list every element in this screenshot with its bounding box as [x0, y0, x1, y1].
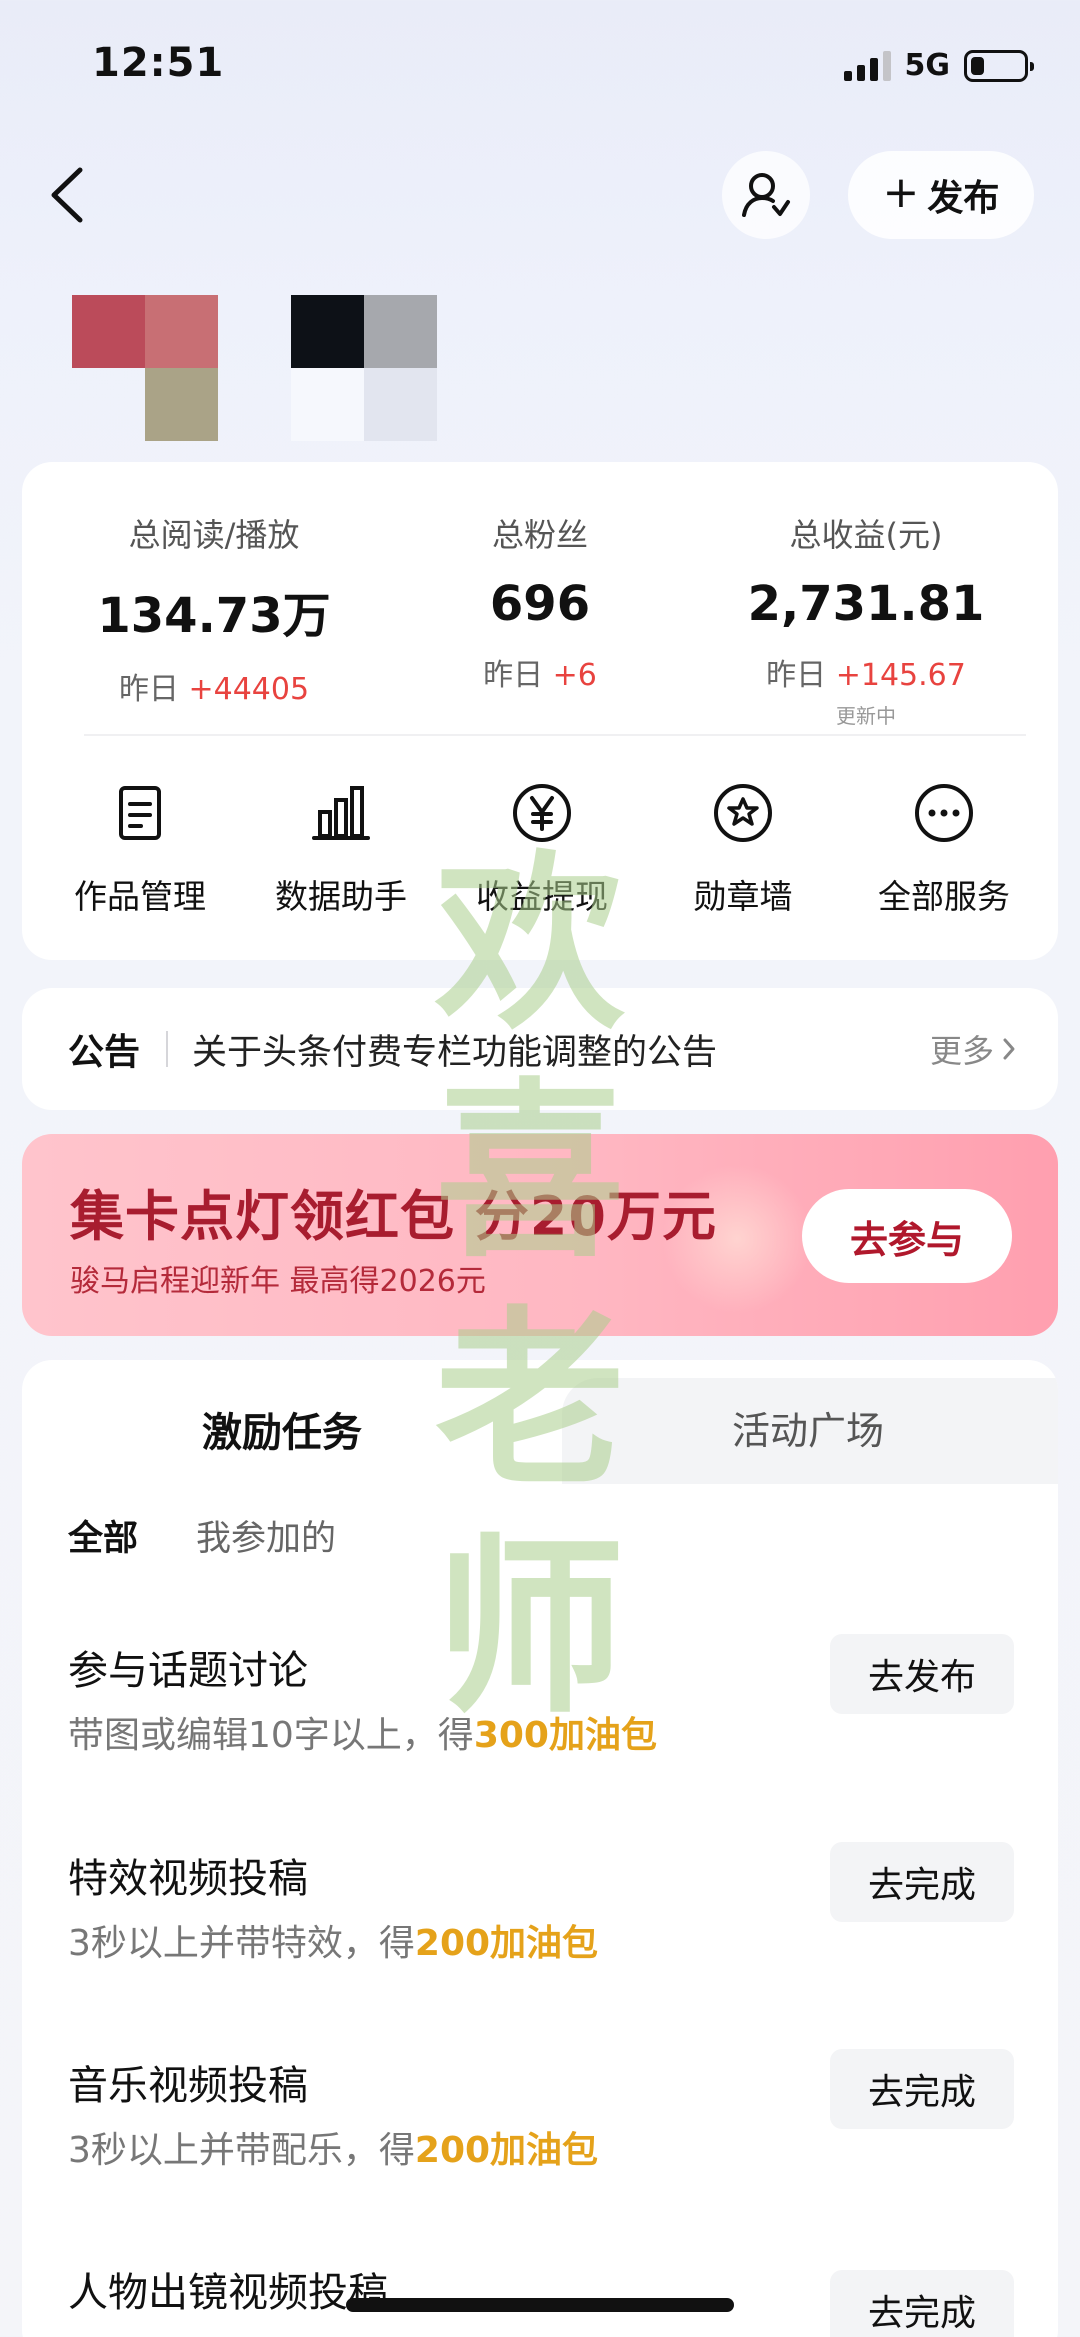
- battery-level: [971, 56, 984, 75]
- join-button[interactable]: 去参与: [802, 1189, 1012, 1283]
- stat-yesterday-delta: +6: [552, 658, 597, 693]
- service-badge-wall[interactable]: 勋章墙: [653, 782, 833, 918]
- task-filters: 全部 我参加的: [68, 1510, 336, 1561]
- notice-tag: 公告: [68, 1032, 141, 1073]
- service-label: 收益提现: [476, 877, 608, 916]
- divider: [166, 1031, 169, 1067]
- service-label: 作品管理: [74, 877, 206, 916]
- bar-chart-icon: [312, 786, 370, 840]
- stat-total-reads[interactable]: 总阅读/播放 134.73万 昨日 +44405: [64, 462, 364, 708]
- notice-bar[interactable]: 公告 关于头条付费专栏功能调整的公告 更多: [22, 988, 1058, 1110]
- task-item: 音乐视频投稿 3秒以上并带配乐，得200加油包 去完成: [22, 2049, 1058, 2233]
- stat-yesterday-prefix: 昨日: [118, 672, 179, 707]
- notice-more-label: 更多: [929, 1032, 994, 1070]
- chevron-right-icon: [1003, 1038, 1015, 1060]
- stat-value: 2,731.81: [747, 576, 985, 632]
- badge-icon: [714, 784, 772, 842]
- stat-label: 总收益(元): [789, 516, 943, 554]
- user-switch-icon: [742, 173, 790, 217]
- stats-card: 总阅读/播放 134.73万 昨日 +44405 总粉丝 696 昨日 +6 总…: [22, 462, 1058, 960]
- task-title: 参与话题讨论: [68, 1648, 308, 1694]
- yuan-icon: [513, 784, 571, 842]
- task-action-button[interactable]: 去完成: [830, 2270, 1014, 2337]
- stat-updating-note: 更新中: [836, 704, 896, 728]
- document-icon: [119, 786, 161, 840]
- battery-icon: [964, 49, 1034, 82]
- service-earnings-withdraw[interactable]: 收益提现: [452, 782, 632, 918]
- tab-activity-square[interactable]: 活动广场: [732, 1400, 884, 1455]
- filter-joined[interactable]: 我参加的: [196, 1510, 336, 1561]
- task-action-button[interactable]: 去发布: [830, 1634, 1014, 1714]
- stat-total-earnings[interactable]: 总收益(元) 2,731.81 昨日 +145.67 更新中: [716, 462, 1016, 729]
- stat-yesterday: 昨日 +6: [390, 650, 690, 694]
- notice-text[interactable]: 关于头条付费专栏功能调整的公告: [192, 1024, 930, 1075]
- stat-value: 134.73万: [97, 588, 331, 644]
- task-reward: 300加油包: [473, 1715, 657, 1756]
- task-desc-text: 3秒以上并带特效，得: [68, 1923, 415, 1964]
- service-data-assistant[interactable]: 数据助手: [251, 782, 431, 918]
- task-title: 人物出镜视频投稿: [68, 2270, 388, 2316]
- stat-label: 总粉丝: [491, 516, 588, 554]
- service-label: 数据助手: [275, 877, 407, 916]
- task-title: 特效视频投稿: [68, 1856, 308, 1902]
- stat-label: 总阅读/播放: [128, 516, 300, 554]
- stat-yesterday-prefix: 昨日: [483, 658, 544, 693]
- chevron-left-icon: [51, 167, 83, 223]
- tasks-card: 激励任务 活动广场 全部 我参加的 参与话题讨论 带图或编辑10字以上，得300…: [22, 1360, 1058, 2337]
- profile-button[interactable]: [722, 151, 810, 239]
- divider: [84, 734, 1026, 736]
- tab-incentive-tasks[interactable]: 激励任务: [202, 1400, 362, 1458]
- status-icons: 5G: [843, 48, 1034, 83]
- avatar[interactable]: [72, 295, 438, 441]
- stat-total-fans[interactable]: 总粉丝 696 昨日 +6: [390, 462, 690, 694]
- banner-subtitle: 骏马启程迎新年 最高得2026元: [70, 1264, 486, 1299]
- task-desc-text: 3秒以上并带配乐，得: [68, 2130, 415, 2171]
- stat-yesterday-delta: +145.67: [835, 658, 966, 693]
- top-nav: + 发布: [0, 140, 1080, 250]
- task-reward: 200加油包: [414, 2130, 599, 2171]
- home-indicator[interactable]: [346, 2298, 734, 2312]
- filter-all[interactable]: 全部: [68, 1510, 138, 1561]
- service-works-management[interactable]: 作品管理: [50, 782, 230, 918]
- task-action-button[interactable]: 去完成: [830, 2049, 1014, 2129]
- task-action-button[interactable]: 去完成: [830, 1842, 1014, 1922]
- more-icon: [915, 784, 973, 842]
- publish-label: 发布: [927, 178, 1000, 219]
- task-item: 参与话题讨论 带图或编辑10字以上，得300加油包 去发布: [22, 1634, 1058, 1818]
- task-description: 带图或编辑10字以上，得300加油包: [68, 1706, 657, 1758]
- signal-icon: [843, 50, 891, 81]
- publish-button[interactable]: + 发布: [848, 151, 1034, 239]
- service-all-services[interactable]: 全部服务: [854, 782, 1034, 918]
- task-tabs: 激励任务 活动广场: [22, 1360, 1058, 1484]
- stat-yesterday-prefix: 昨日: [766, 658, 827, 693]
- back-button[interactable]: [40, 162, 100, 228]
- banner-title: 集卡点灯领红包 分20万元: [70, 1185, 717, 1248]
- network-type: 5G: [904, 48, 951, 83]
- service-label: 全部服务: [878, 877, 1010, 916]
- stat-yesterday: 昨日 +44405: [64, 664, 364, 708]
- plus-icon: +: [882, 167, 920, 218]
- task-item: 特效视频投稿 3秒以上并带特效，得200加油包 去完成: [22, 1842, 1058, 2026]
- task-title: 音乐视频投稿: [68, 2063, 308, 2109]
- notice-more-link[interactable]: 更多: [930, 1026, 1018, 1072]
- stat-value: 696: [489, 576, 591, 632]
- stat-yesterday: 昨日 +145.67: [716, 650, 1016, 694]
- task-reward: 200加油包: [414, 1923, 599, 1964]
- task-description: 3秒以上并带特效，得200加油包: [68, 1914, 598, 1966]
- status-time: 12:51: [92, 40, 225, 86]
- task-desc-text: 带图或编辑10字以上，得: [68, 1715, 474, 1756]
- service-label: 勋章墙: [693, 877, 793, 916]
- promo-banner[interactable]: 集卡点灯领红包 分20万元 骏马启程迎新年 最高得2026元 去参与: [22, 1134, 1058, 1336]
- status-bar: 12:51 5G: [0, 0, 1080, 140]
- task-description: 3秒以上并带配乐，得200加油包: [68, 2121, 598, 2173]
- stat-yesterday-delta: +44405: [188, 672, 310, 707]
